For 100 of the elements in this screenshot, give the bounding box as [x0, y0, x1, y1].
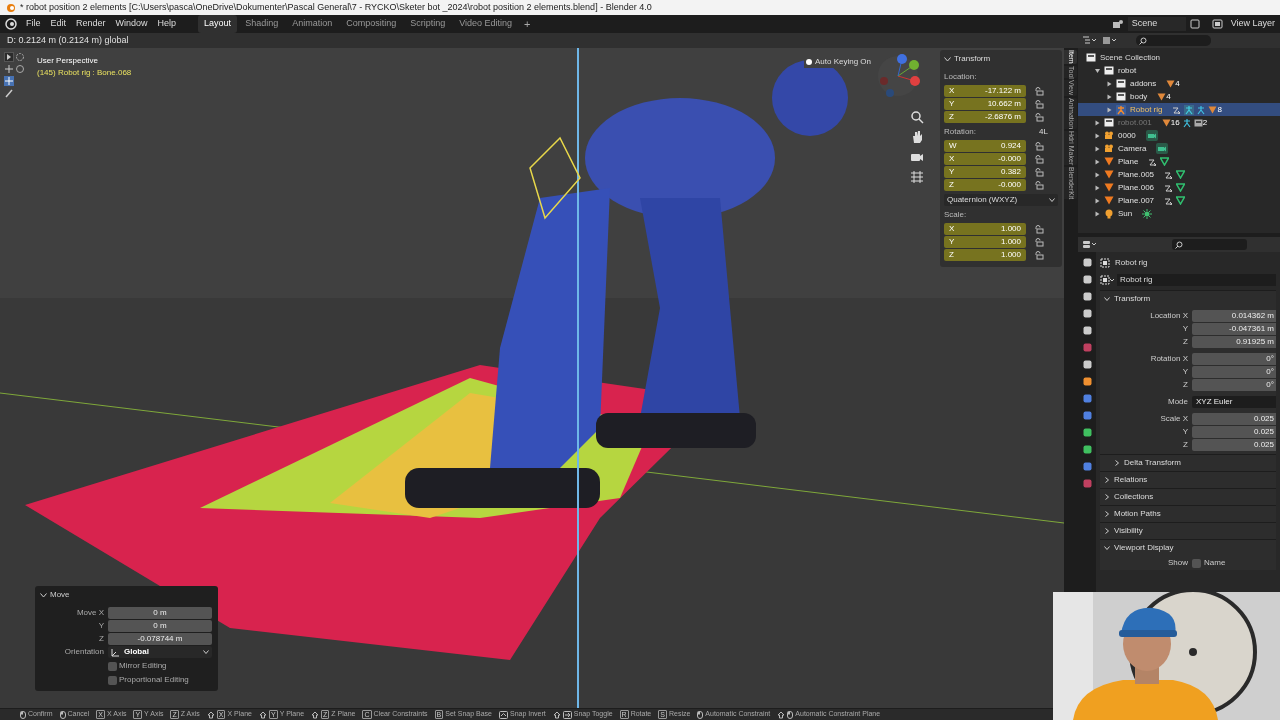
filter-icon[interactable] [1102, 36, 1116, 45]
outliner-label: body [1130, 90, 1148, 103]
shift-key-icon [552, 710, 561, 719]
mouse-icon [787, 710, 794, 719]
workspace-tab[interactable]: Shading [239, 15, 285, 33]
field-label: Scale X [1159, 413, 1189, 425]
checkbox-label[interactable]: Name [1204, 557, 1226, 569]
number-field[interactable]: 0.014362 m [1192, 310, 1276, 322]
number-field[interactable]: 0.91925 m [1192, 336, 1276, 348]
outliner-row[interactable]: Plane.007 [1078, 194, 1280, 207]
figure-icon [1181, 117, 1192, 128]
new-scene-icon[interactable] [1189, 19, 1200, 29]
menu-item[interactable]: File [21, 17, 46, 31]
chevron-icon[interactable] [1104, 511, 1110, 517]
outliner-label: Camera [1118, 142, 1147, 155]
panel-header[interactable]: Collections [1100, 488, 1276, 505]
mouse-icon [59, 710, 66, 719]
workspace-tab[interactable]: Layout [198, 15, 238, 33]
field-label: Y [1181, 323, 1189, 335]
mode-dropdown[interactable]: XYZ Euler [1192, 396, 1276, 408]
armature-icon [1116, 104, 1126, 115]
disclosure-arrow-icon[interactable] [1095, 132, 1100, 139]
outliner-row[interactable]: Plane [1078, 155, 1280, 168]
disclosure-arrow-icon[interactable] [1107, 80, 1112, 87]
outliner-label: robot.001 [1118, 116, 1152, 129]
outliner-row[interactable]: Robot rig 8 [1078, 103, 1280, 116]
disclosure-arrow-icon[interactable] [1107, 93, 1112, 100]
field-label: Location X [1149, 310, 1189, 322]
object-name: Robot rig [1115, 257, 1148, 269]
search-field[interactable] [1136, 35, 1211, 46]
number-field[interactable]: 0° [1192, 353, 1276, 365]
chevron-icon[interactable] [1114, 460, 1120, 466]
disclosure-arrow-icon[interactable] [1095, 171, 1100, 178]
shift-key-icon [311, 710, 320, 719]
outliner-label: Plane [1118, 155, 1139, 168]
outliner-row[interactable]: 0000 [1078, 129, 1280, 142]
count-label: 2 [1202, 118, 1208, 127]
field-label: Y [1181, 366, 1189, 378]
workspace-tab[interactable]: Animation [286, 15, 339, 33]
checkbox[interactable] [1192, 558, 1201, 568]
menu-item[interactable]: Edit [45, 17, 72, 31]
disclosure-arrow-icon[interactable] [1095, 67, 1100, 74]
menu-item[interactable]: Help [152, 17, 182, 31]
disclosure-arrow-icon[interactable] [1095, 197, 1100, 204]
add-tab-button[interactable]: + [520, 15, 535, 33]
panel-header[interactable]: Relations [1100, 471, 1276, 488]
editor-type-icon[interactable] [1082, 240, 1096, 249]
outliner-row[interactable]: addons 4 [1078, 77, 1280, 90]
disclosure-arrow-icon[interactable] [1095, 210, 1100, 217]
panel-header[interactable]: Delta Transform [1100, 454, 1276, 471]
display-mode-icon[interactable] [1082, 36, 1096, 45]
panel-header[interactable]: Motion Paths [1100, 505, 1276, 522]
number-field[interactable]: 0.025 [1192, 439, 1276, 451]
view-layer-field[interactable]: View Layer [1227, 17, 1278, 31]
camera-icon [1145, 130, 1158, 141]
outliner-label: Sun [1118, 207, 1133, 220]
disclosure-arrow-icon[interactable] [1095, 184, 1100, 191]
number-field[interactable]: -0.047361 m [1192, 323, 1276, 335]
triangle-icon [1208, 105, 1218, 114]
number-field[interactable]: 0.025 [1192, 413, 1276, 425]
disclosure-arrow-icon[interactable] [1095, 158, 1100, 165]
disclosure-arrow-icon[interactable] [1095, 145, 1100, 152]
number-field[interactable]: 0.025 [1192, 426, 1276, 438]
outliner-label: Robot rig [1130, 103, 1163, 116]
outliner-row[interactable]: Plane.006 [1078, 181, 1280, 194]
panel-header[interactable]: Transform [1100, 290, 1276, 307]
chevron-icon[interactable] [1104, 477, 1110, 483]
chevron-icon[interactable] [1104, 528, 1110, 534]
outliner-row[interactable]: Sun [1078, 207, 1280, 220]
panel-header[interactable]: Viewport Display [1100, 539, 1276, 556]
name-field[interactable]: Robot rig [1117, 274, 1276, 286]
menu-item[interactable]: Window [110, 17, 153, 31]
chevron-icon[interactable] [1104, 494, 1110, 500]
outliner-row[interactable]: Camera [1078, 142, 1280, 155]
search-field[interactable] [1172, 239, 1247, 250]
field-label: Show [1167, 557, 1189, 569]
blender-logo-icon[interactable] [5, 18, 17, 30]
field-label: Rotation X [1149, 353, 1189, 365]
chevron-icon[interactable] [1104, 296, 1110, 302]
disclosure-arrow-icon[interactable] [1107, 106, 1112, 113]
workspace-tab[interactable]: Compositing [340, 15, 403, 33]
count-label: 4 [1166, 92, 1171, 101]
count-label: 4 [1175, 79, 1180, 88]
workspace-tab[interactable]: Scripting [404, 15, 452, 33]
outliner-label: Plane.007 [1118, 194, 1155, 207]
outliner-row[interactable]: body 4 [1078, 90, 1280, 103]
outliner-label: 0000 [1118, 129, 1136, 142]
chevron-icon[interactable] [1104, 545, 1110, 551]
outliner-row[interactable]: Plane.005 [1078, 168, 1280, 181]
triangle-icon [1161, 118, 1171, 127]
outliner-row[interactable]: robot [1078, 64, 1280, 77]
number-field[interactable]: 0° [1192, 379, 1276, 391]
camera-icon [1104, 131, 1114, 140]
mouse-icon [697, 710, 704, 719]
menu-item[interactable]: Render [71, 17, 111, 31]
scene-field[interactable]: Scene [1127, 17, 1186, 31]
panel-header[interactable]: Visibility [1100, 522, 1276, 539]
outliner-label: Plane.006 [1118, 181, 1155, 194]
workspace-tab[interactable]: Video Editing [453, 15, 519, 33]
number-field[interactable]: 0° [1192, 366, 1276, 378]
